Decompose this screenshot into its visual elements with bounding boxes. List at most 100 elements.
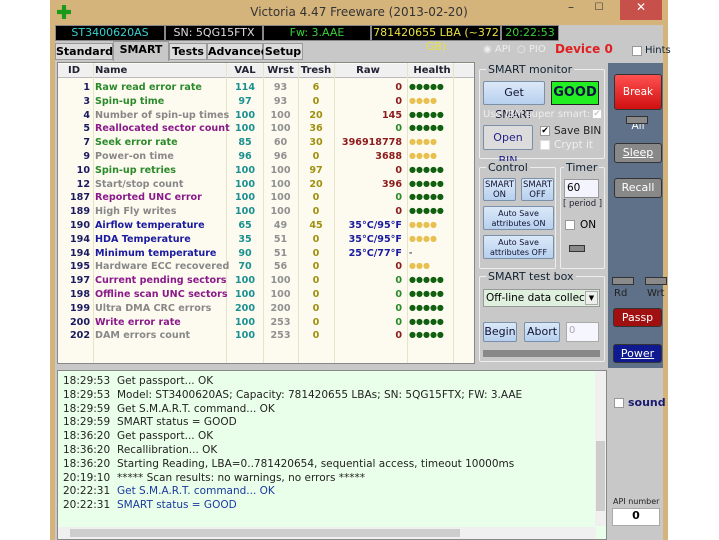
cell-val: 100 (234, 109, 256, 121)
smart-off-button[interactable]: SMART OFF (521, 178, 554, 201)
cell-health: ●●●●● (409, 123, 444, 133)
table-row[interactable]: 9 Power-on time 96 96 0 3688 ●●●● (58, 151, 474, 164)
cell-tresh: 0 (312, 95, 320, 107)
crypt-checkbox[interactable] (540, 140, 550, 150)
power-button[interactable]: Power (613, 344, 662, 363)
table-row[interactable]: 1 Raw read error rate 114 93 6 0 ●●●●● (58, 82, 474, 95)
cell-id: 199 (69, 302, 90, 314)
auto-save-on-button[interactable]: Auto Save attributes ON (483, 206, 554, 230)
cell-tresh: 20 (309, 178, 323, 190)
tab-smart[interactable]: SMART (113, 41, 169, 61)
cell-wrst: 56 (273, 261, 288, 273)
table-row[interactable]: 4 Number of spin-up times 100 100 20 145 ●●●●● (58, 110, 474, 123)
log-vertical-scrollbar[interactable] (595, 371, 606, 526)
cell-name: Current pending sectors (95, 275, 227, 287)
cell-tresh: 0 (312, 247, 320, 259)
column-header-raw[interactable]: Raw (334, 65, 402, 76)
cell-wrst: 253 (270, 316, 291, 328)
cell-raw: 0 (395, 330, 402, 342)
log-entry: 18:36:20 Starting Reading, LBA=0..7814206… (63, 458, 514, 470)
minimize-button[interactable]: – (558, 0, 584, 20)
smart-test-box-label: SMART test box (486, 270, 576, 283)
table-row[interactable]: 195 Hardware ECC recovered 70 56 0 0 ●●● (58, 261, 474, 274)
log-time: 18:36:20 (63, 457, 111, 470)
ibm-super-smart-checkbox[interactable]: ✔ (592, 109, 602, 119)
tab-standard[interactable]: Standard (55, 43, 113, 60)
table-row[interactable]: 202 DAM errors count 100 253 0 0 ●●●●● (58, 330, 474, 343)
cell-raw: 0 (395, 275, 402, 287)
cell-val: 100 (234, 289, 256, 300)
table-row[interactable]: 190 Airflow temperature 65 49 45 35°C/95°F ●●●… (58, 220, 474, 233)
tab-tests[interactable]: Tests (169, 43, 207, 60)
cell-name: Reallocated sector count (95, 123, 230, 135)
column-header-tresh[interactable]: Tresh (298, 65, 334, 76)
table-row[interactable]: 194 Minimum temperature 90 51 0 25°C/77°F - (58, 248, 474, 261)
scroll-thumb[interactable] (596, 441, 605, 511)
test-progress-input[interactable]: 0 (566, 322, 599, 342)
recall-button[interactable]: Recall (614, 178, 662, 198)
table-row[interactable]: 12 Start/stop count 100 100 20 396 ●●●●● (58, 179, 474, 192)
hints-label: Hints (645, 45, 671, 56)
abort-button[interactable]: Abort (524, 322, 560, 342)
pio-radio[interactable]: ○ PIO (517, 44, 546, 55)
cell-raw: 0 (395, 192, 402, 204)
cell-tresh: 45 (309, 220, 323, 231)
cell-raw: 0 (395, 206, 402, 218)
cell-val: 90 (238, 247, 252, 259)
chevron-down-icon[interactable]: ▼ (585, 291, 598, 305)
cell-tresh: 0 (312, 151, 320, 162)
cell-val: 114 (234, 82, 256, 93)
cell-wrst: 51 (273, 233, 288, 245)
sound-checkbox[interactable] (614, 398, 624, 408)
table-row[interactable]: 7 Seek error rate 85 60 30 396918778 ●●●● (58, 137, 474, 150)
control-group: Control SMART ON SMART OFF Auto Save att… (479, 161, 556, 269)
cell-raw: 0 (395, 95, 402, 107)
table-row[interactable]: 189 High Fly writes 100 100 0 0 ●●●●● (58, 206, 474, 219)
column-header-wrst[interactable]: Wrst (263, 65, 298, 76)
begin-button[interactable]: Begin (483, 322, 517, 342)
api-radio[interactable]: ◉ API (483, 44, 511, 55)
table-row[interactable]: 10 Spin-up retries 100 100 97 0 ●●●●● (58, 165, 474, 178)
table-row[interactable]: 198 Offline scan UNC sectors 100 100 0 0 ●●●●● (58, 289, 474, 302)
cell-id: 3 (83, 95, 90, 107)
tab-setup[interactable]: Setup (263, 43, 303, 60)
table-row[interactable]: 194 HDA Temperature 35 51 0 35°C/95°F ●●●● (58, 234, 474, 247)
log-time: 18:29:53 (63, 375, 111, 387)
test-type-select[interactable]: Off-line data collect ▼ (483, 289, 600, 307)
log-text: SMART status = GOOD (117, 416, 237, 429)
column-header-id[interactable]: ID (58, 65, 90, 76)
table-row[interactable]: 187 Reported UNC error 100 100 0 0 ●●●●● (58, 192, 474, 205)
tab-advanced[interactable]: Advanced (207, 43, 269, 60)
column-header-name[interactable]: Name (95, 65, 225, 76)
open-bin-button[interactable]: Open BIN (483, 125, 533, 167)
cell-id: 12 (76, 178, 90, 190)
scroll-thumb[interactable] (70, 529, 460, 537)
log-horizontal-scrollbar[interactable] (58, 527, 596, 539)
table-row[interactable]: 3 Spin-up time 97 93 0 0 ●●●● (58, 96, 474, 109)
close-button[interactable]: ✕ (620, 0, 662, 20)
table-row[interactable]: 197 Current pending sectors 100 100 0 0 ●●●●● (58, 275, 474, 288)
log-entry: 18:29:53 Model: ST3400620AS; Capacity: 78… (63, 389, 522, 401)
get-smart-button[interactable]: Get SMART (483, 81, 545, 121)
save-bin-checkbox[interactable]: ✔ (540, 126, 550, 136)
capacity-display: 781420655 LBA (~372 GB) (371, 25, 501, 53)
timer-input[interactable]: 60 (564, 179, 599, 198)
column-header-health[interactable]: Health (409, 65, 455, 76)
cell-health: ●●●● (409, 233, 437, 243)
auto-save-off-button[interactable]: Auto Save attributes OFF (483, 235, 554, 259)
table-row[interactable]: 200 Write error rate 100 253 0 0 ●●●●● (58, 317, 474, 330)
table-row[interactable]: 199 Ultra DMA CRC errors 200 200 0 0 ●●●●● (58, 303, 474, 316)
maximize-button[interactable]: ☐ (586, 2, 612, 22)
cell-val: 35 (238, 233, 252, 245)
smart-on-button[interactable]: SMART ON (483, 178, 516, 201)
break-all-button[interactable]: Break All (614, 74, 662, 132)
sleep-button[interactable]: Sleep (614, 143, 662, 163)
hints-checkbox[interactable] (632, 46, 642, 56)
timer-on-checkbox[interactable] (565, 220, 575, 230)
cell-id: 194 (69, 233, 90, 245)
api-number-input[interactable]: 0 (612, 508, 660, 526)
passport-button[interactable]: Passp (613, 308, 662, 327)
column-header-val[interactable]: VAL (227, 65, 263, 76)
table-row[interactable]: 5 Reallocated sector count 100 100 36 0 ●●●●● (58, 123, 474, 136)
log-entry: 20:22:31 Get S.M.A.R.T. command... OK (63, 485, 275, 497)
